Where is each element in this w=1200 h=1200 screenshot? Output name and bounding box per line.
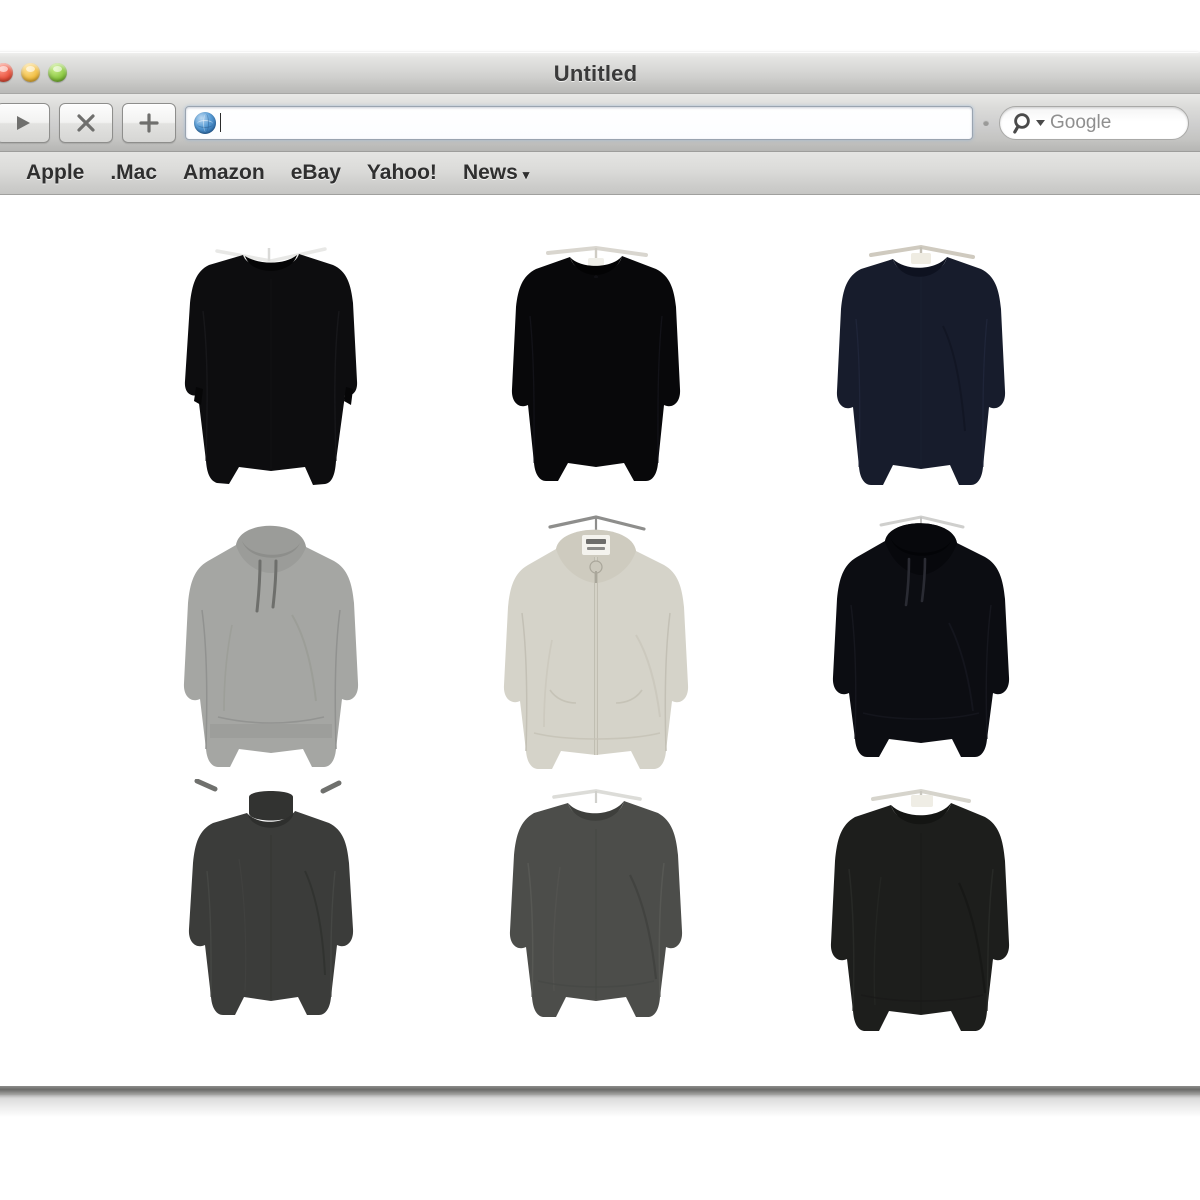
forward-button[interactable] xyxy=(0,102,50,143)
bookmark-label: Apple xyxy=(26,161,85,184)
title-bar[interactable]: Untitled xyxy=(0,52,1200,94)
chevron-down-icon: ▾ xyxy=(522,166,530,182)
bookmark-mac[interactable]: .Mac xyxy=(97,159,170,187)
browser-toolbar: Google xyxy=(0,94,1200,152)
bookmark-label: eBay xyxy=(290,161,341,184)
bookmarks-bar: Apple .Mac Amazon eBay Yahoo! News ▾ xyxy=(0,152,1200,195)
globe-icon xyxy=(194,111,216,134)
garment-cell[interactable] xyxy=(108,505,433,777)
address-bar[interactable] xyxy=(185,105,973,140)
stop-button[interactable] xyxy=(59,102,113,143)
garment-grid xyxy=(0,195,1200,1051)
bookmark-amazon[interactable]: Amazon xyxy=(170,159,278,187)
window-bottom-edge xyxy=(0,1086,1200,1095)
text-cursor xyxy=(220,113,221,132)
titlebar-highlight xyxy=(0,52,1200,53)
garment-cell[interactable] xyxy=(758,505,1083,777)
garment-cell[interactable] xyxy=(433,231,758,503)
bookmark-yahoo[interactable]: Yahoo! xyxy=(354,159,450,187)
grey-pullover-hoodie-image xyxy=(183,525,358,767)
grey-crewneck-sweater-image xyxy=(509,789,682,1017)
toolbar-overflow-dot[interactable] xyxy=(983,119,989,126)
window-drop-shadow xyxy=(0,1095,1200,1117)
add-bookmark-button[interactable] xyxy=(122,102,176,143)
black-crewneck-long-sleeve-image xyxy=(184,247,357,485)
garment-cell[interactable] xyxy=(433,505,758,777)
garment-cell[interactable] xyxy=(108,231,433,503)
search-placeholder: Google xyxy=(1050,111,1112,133)
black-fine-knit-crewneck-image xyxy=(511,245,680,481)
bookmark-label: Yahoo! xyxy=(366,161,437,184)
page-title: Untitled xyxy=(553,61,638,86)
bookmark-apple[interactable]: Apple xyxy=(13,159,97,187)
bookmark-label: .Mac xyxy=(110,161,158,184)
add-plus-icon xyxy=(139,112,159,133)
bookmark-label: News xyxy=(462,161,518,184)
oatmeal-zip-hoodie-image xyxy=(503,515,688,769)
chevron-down-icon xyxy=(1036,119,1045,126)
garment-cell[interactable] xyxy=(433,779,758,1051)
magnifier-q-icon xyxy=(1012,111,1045,135)
garment-cell[interactable] xyxy=(758,779,1083,1051)
browser-window: Untitled Google Apple .Mac Amazon eBay Y… xyxy=(0,52,1200,1095)
bookmark-ebay[interactable]: eBay xyxy=(278,159,354,187)
page-content xyxy=(0,195,1200,1054)
bookmark-label: Amazon xyxy=(183,161,265,184)
screenshot-root: Untitled Google Apple .Mac Amazon eBay Y… xyxy=(0,0,1200,1200)
garment-cell[interactable] xyxy=(758,231,1083,503)
search-input[interactable]: Google xyxy=(999,105,1189,140)
play-forward-icon xyxy=(17,115,30,130)
garment-cell[interactable] xyxy=(108,779,433,1051)
black-pullover-hoodie-image xyxy=(832,515,1009,757)
charcoal-knit-crewneck-image xyxy=(830,788,1009,1031)
navy-crewneck-long-sleeve-image xyxy=(836,244,1005,485)
bookmark-news[interactable]: News ▾ xyxy=(450,159,542,187)
charcoal-turtleneck-image xyxy=(188,779,353,1015)
stop-x-icon xyxy=(77,113,95,132)
